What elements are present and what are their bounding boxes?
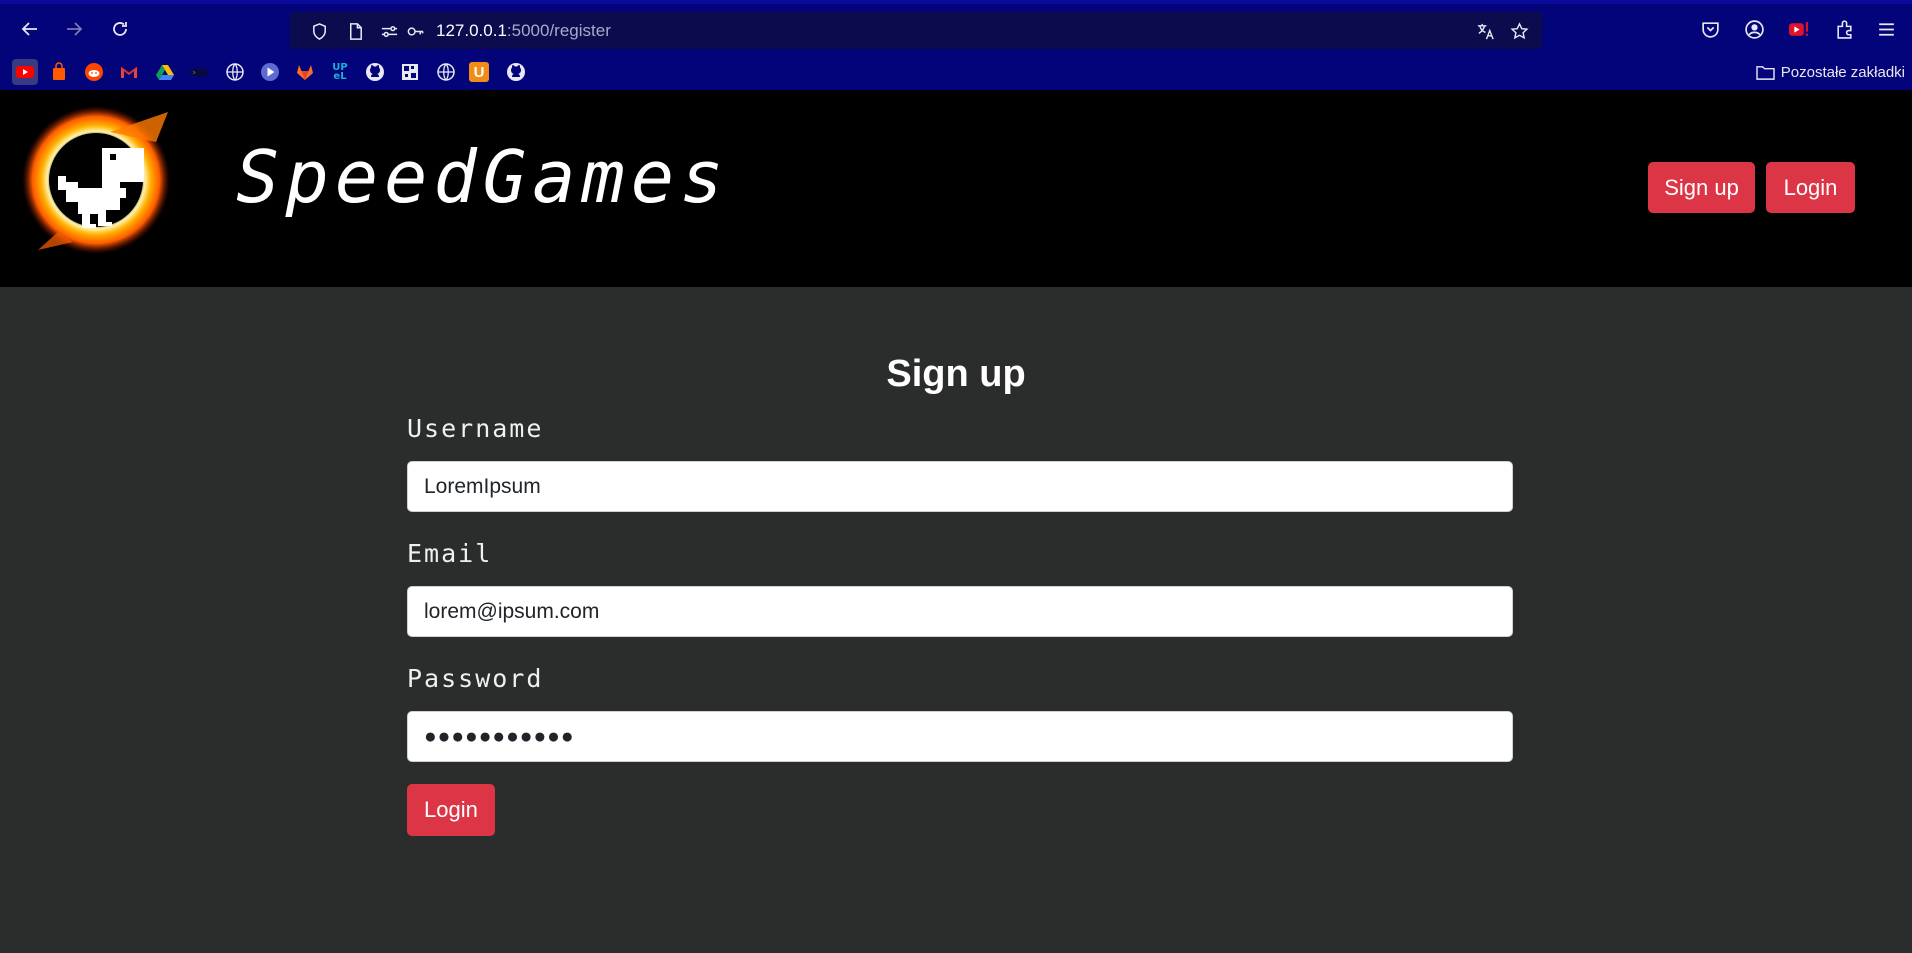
brand-title[interactable]: SpeedGames: [236, 135, 729, 219]
github-icon[interactable]: [364, 61, 386, 83]
form-title: Sign up: [886, 353, 1026, 395]
password-label: Password: [407, 664, 544, 693]
play-icon[interactable]: [259, 61, 281, 83]
browser-chrome: 127.0.0.1:5000/register UP eL U Pozostał…: [0, 0, 1912, 90]
terminal-icon[interactable]: [188, 61, 210, 83]
key-icon[interactable]: [404, 20, 426, 42]
bookmarks-bar: UP eL U Pozostałe zakładki: [0, 55, 1912, 89]
other-bookmarks-label: Pozostałe zakładki: [1780, 64, 1905, 81]
page-icon[interactable]: [344, 20, 366, 42]
reddit-icon[interactable]: [83, 61, 105, 83]
url-host: 127.0.0.1: [436, 21, 507, 40]
url-bar[interactable]: 127.0.0.1:5000/register: [290, 12, 1542, 49]
globe-icon[interactable]: [435, 61, 457, 83]
account-icon[interactable]: [1738, 13, 1770, 45]
youtube-extension-icon[interactable]: [1782, 13, 1814, 45]
pocket-icon[interactable]: [1694, 13, 1726, 45]
forward-icon[interactable]: [58, 13, 90, 45]
submit-button[interactable]: Login: [407, 784, 495, 836]
bookmark-star-icon[interactable]: [1508, 20, 1530, 42]
globe-icon[interactable]: [224, 61, 246, 83]
folder-icon: [1756, 66, 1775, 80]
gitlab-icon[interactable]: [294, 61, 316, 83]
signup-button[interactable]: Sign up: [1648, 162, 1755, 213]
password-input[interactable]: [407, 711, 1513, 762]
upel-icon-text: UP eL: [332, 62, 348, 82]
extensions-icon[interactable]: [1828, 13, 1860, 45]
youtube-icon[interactable]: [12, 59, 38, 85]
other-bookmarks-folder[interactable]: Pozostałe zakładki: [1756, 64, 1905, 81]
github-icon[interactable]: [505, 61, 527, 83]
permissions-icon[interactable]: [378, 20, 400, 42]
login-button[interactable]: Login: [1766, 162, 1855, 213]
u-app-icon-text: U: [473, 63, 485, 81]
url-path: :5000/register: [506, 21, 611, 40]
u-app-icon[interactable]: U: [469, 62, 489, 82]
username-label: Username: [407, 414, 544, 443]
upel-icon[interactable]: UP eL: [329, 61, 351, 83]
site-header: SpeedGames Sign up Login: [0, 90, 1912, 287]
menu-icon[interactable]: [1870, 13, 1902, 45]
gmail-icon[interactable]: [118, 61, 140, 83]
translate-icon[interactable]: [1474, 20, 1496, 42]
url-text[interactable]: 127.0.0.1:5000/register: [436, 21, 611, 41]
back-icon[interactable]: [14, 13, 46, 45]
username-input[interactable]: [407, 461, 1513, 512]
puzzle-icon[interactable]: [399, 61, 421, 83]
google-drive-icon[interactable]: [154, 61, 176, 83]
chrome-top-border: [0, 0, 1912, 4]
email-input[interactable]: [407, 586, 1513, 637]
reload-icon[interactable]: [104, 13, 136, 45]
signup-form: Sign up Username Email Password Login: [0, 287, 1912, 953]
email-label: Email: [407, 539, 493, 568]
shield-icon[interactable]: [308, 20, 330, 42]
shopping-icon[interactable]: [48, 61, 70, 83]
site-logo[interactable]: [18, 102, 178, 254]
